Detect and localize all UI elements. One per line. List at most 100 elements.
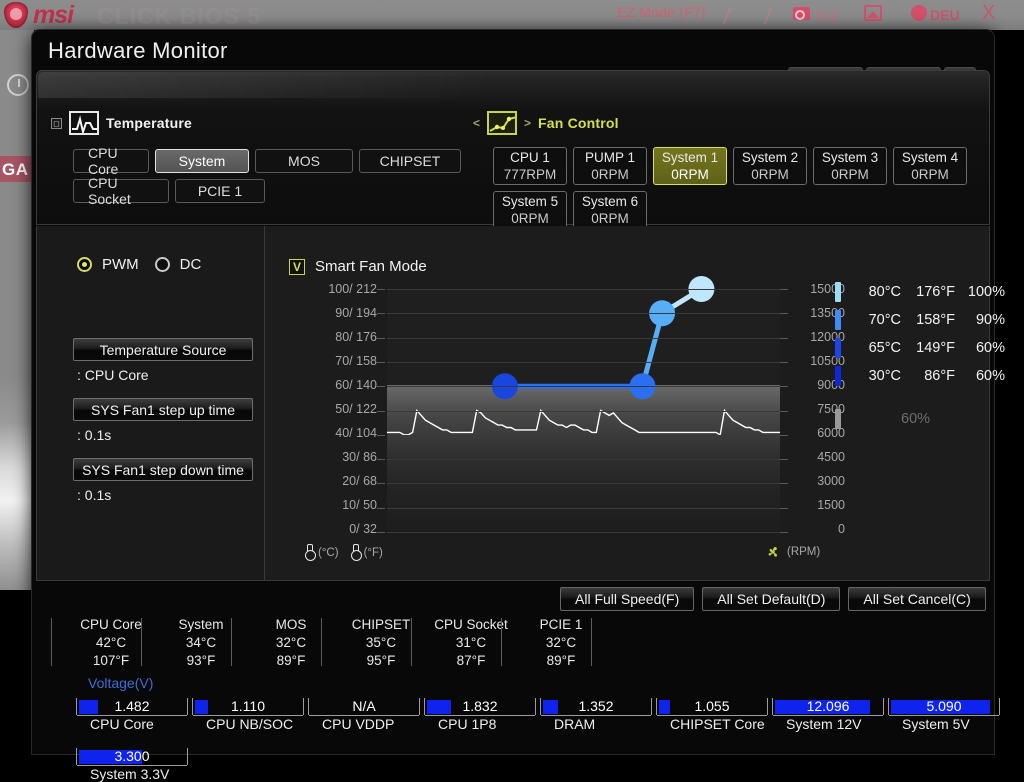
chart-right-tickmark xyxy=(780,386,788,387)
curve-point-fahrenheit: 158°F xyxy=(901,312,955,328)
chart-left-tick: 90/ 194 xyxy=(273,306,381,330)
chart-plot-area[interactable] xyxy=(387,289,780,532)
temperature-tab-cpu-core[interactable]: CPU Core xyxy=(73,149,149,173)
ez-mode-button[interactable]: EZ Mode (F7) xyxy=(617,4,706,20)
temperature-readout-celsius: 42°C xyxy=(66,634,156,652)
temperature-tab-chipset[interactable]: CHIPSET xyxy=(359,149,461,173)
topbar-divider-1 xyxy=(723,8,731,24)
chart-left-tick: 40/ 104 xyxy=(273,426,381,450)
curve-point-celsius: 30°C xyxy=(857,368,901,384)
fan-config-body: PWM DC Temperature Source : CPU Core SYS… xyxy=(36,226,990,581)
chart-left-tick: 50/ 122 xyxy=(273,402,381,426)
curve-point-swatch xyxy=(835,338,841,358)
topbar-divider-2 xyxy=(764,8,772,24)
fan-button-system-4[interactable]: System 40RPM xyxy=(893,147,967,185)
voltage-value: 1.832 xyxy=(424,698,536,715)
fan-button-system-6[interactable]: System 60RPM xyxy=(573,191,647,229)
next-section-arrow[interactable]: > xyxy=(524,116,531,130)
fan-button-rpm: 777RPM xyxy=(504,166,557,183)
temperature-tab-mos[interactable]: MOS xyxy=(255,149,353,173)
all-set-cancel-button[interactable]: All Set Cancel(C) xyxy=(848,587,985,611)
fan-button-system-1[interactable]: System 10RPM xyxy=(653,147,727,185)
smart-fan-mode-checkbox[interactable]: V xyxy=(289,259,305,275)
dc-radio[interactable] xyxy=(155,257,170,272)
collapse-toggle-icon[interactable]: ◻ xyxy=(51,118,62,129)
fan-button-system-5[interactable]: System 50RPM xyxy=(493,191,567,229)
screenshot-icon[interactable] xyxy=(793,7,810,20)
gaming-tag-label: GA xyxy=(2,160,29,180)
bios-close-icon[interactable]: X xyxy=(982,2,995,25)
prev-section-arrow[interactable]: < xyxy=(473,116,480,130)
all-full-speed-button[interactable]: All Full Speed(F) xyxy=(560,587,694,611)
chart-right-tickmark xyxy=(780,532,788,533)
chart-gridline xyxy=(387,313,780,314)
voltage-label: CPU VDDP xyxy=(322,716,394,732)
fan-button-rpm: 0RPM xyxy=(511,210,549,227)
temperature-readout-fahrenheit: 107°F xyxy=(66,652,156,670)
pwm-label: PWM xyxy=(102,256,139,273)
voltage-value: 1.055 xyxy=(656,698,768,715)
fan-button-pump-1[interactable]: PUMP 10RPM xyxy=(573,147,647,185)
chart-rpm-legend: (RPM) xyxy=(765,544,828,560)
pwm-radio[interactable] xyxy=(77,257,92,272)
chart-gridline xyxy=(387,435,780,436)
curve-point-celsius: 80°C xyxy=(857,284,901,300)
chart-right-tick: 3000 xyxy=(789,474,845,498)
fan-button-cpu-1[interactable]: CPU 1777RPM xyxy=(493,147,567,185)
chart-left-tick: 10/ 50 xyxy=(273,498,381,522)
temperature-graph-icon xyxy=(69,111,99,135)
temperature-readout-divider xyxy=(501,618,502,666)
temperature-source-button[interactable]: Temperature Source xyxy=(73,338,253,361)
curve-point-row[interactable]: 80°C176°F100% xyxy=(835,278,1010,306)
clock-icon xyxy=(7,74,29,96)
chart-left-tickmark xyxy=(377,532,385,533)
language-label[interactable]: DEU xyxy=(930,7,960,23)
action-buttons: All Full Speed(F) All Set Default(D) All… xyxy=(560,587,986,611)
fan-button-system-3[interactable]: System 30RPM xyxy=(813,147,887,185)
chart-left-tickmark xyxy=(377,289,385,290)
temperature-readout-celsius: 35°C xyxy=(336,634,426,652)
curve-point-row[interactable]: 30°C86°F60% xyxy=(835,362,1010,390)
temperature-readout-name: System xyxy=(156,616,246,634)
fan-button-system-2[interactable]: System 20RPM xyxy=(733,147,807,185)
chart-left-tick: 0/ 32 xyxy=(273,522,381,546)
chart-left-tickmark xyxy=(377,338,385,339)
chart-gridline xyxy=(387,459,780,460)
step-down-time-button[interactable]: SYS Fan1 step down time xyxy=(73,458,253,481)
temperature-tab-pcie-1[interactable]: PCIE 1 xyxy=(175,179,265,203)
chart-gridline xyxy=(387,362,780,363)
fan-control-section-header: < > Fan Control xyxy=(473,111,619,135)
curve-point-celsius: 65°C xyxy=(857,340,901,356)
chart-left-tick: 20/ 68 xyxy=(273,474,381,498)
curve-point-row[interactable]: 70°C158°F90% xyxy=(835,306,1010,334)
fan-button-name: System 4 xyxy=(902,149,958,166)
language-globe-icon[interactable] xyxy=(911,5,927,21)
image-icon[interactable] xyxy=(864,5,882,21)
step-up-time-button[interactable]: SYS Fan1 step up time xyxy=(73,398,253,421)
celsius-unit-label: (°C) xyxy=(318,547,339,559)
temperature-readout-name: CPU Core xyxy=(66,616,156,634)
fan-button-rpm: 0RPM xyxy=(671,166,709,183)
fan-button-name: System 3 xyxy=(822,149,878,166)
voltage-label: System 5V xyxy=(902,716,970,732)
curve-point-fahrenheit: 149°F xyxy=(901,340,955,356)
chart-right-tickmark xyxy=(780,289,788,290)
all-set-default-button[interactable]: All Set Default(D) xyxy=(702,587,840,611)
bios-topbar: msi CLICK BIOS 5 EZ Mode (F7) F12 DEU X xyxy=(0,0,1024,30)
chart-left-tick: 30/ 86 xyxy=(273,450,381,474)
temperature-readout-divider xyxy=(591,618,592,666)
curve-point-swatch xyxy=(835,366,841,386)
curve-point-row[interactable]: 65°C149°F60% xyxy=(835,334,1010,362)
chart-left-tickmark xyxy=(377,386,385,387)
rpm-unit-label: (RPM) xyxy=(787,546,820,558)
current-duty-value: 60% xyxy=(901,411,1005,427)
voltage-value: 1.482 xyxy=(76,698,188,715)
temperature-readout-divider xyxy=(141,618,142,666)
temperature-readout-celsius: 32°C xyxy=(246,634,336,652)
temperature-tab-system[interactable]: System xyxy=(155,149,249,173)
voltage-value: 5.090 xyxy=(888,698,1000,715)
temperature-tab-cpu-socket[interactable]: CPU Socket xyxy=(73,179,169,203)
page-title: Hardware Monitor xyxy=(48,38,228,64)
voltage-label: CPU 1P8 xyxy=(438,716,496,732)
current-duty-swatch xyxy=(835,409,841,429)
